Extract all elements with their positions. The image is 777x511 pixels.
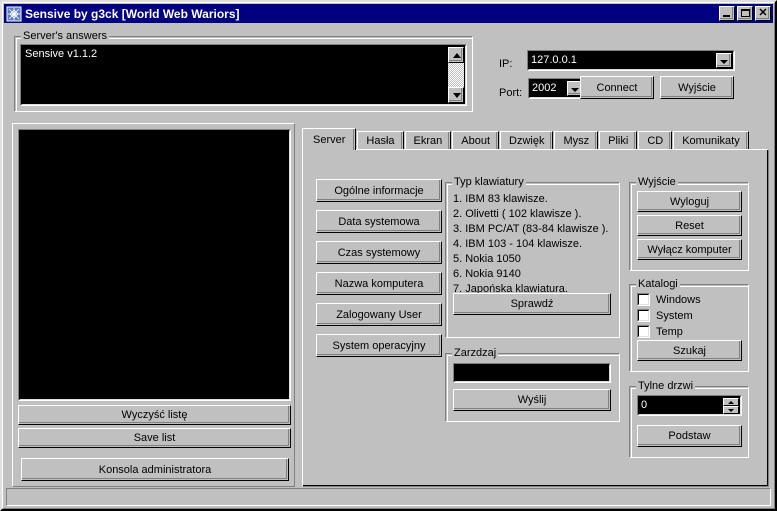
connect-button[interactable]: Connect bbox=[580, 76, 654, 99]
info-button-5[interactable]: System operacyjny bbox=[316, 334, 442, 357]
chevron-down-icon bbox=[571, 88, 579, 92]
checkbox-system[interactable]: System bbox=[637, 309, 693, 322]
reset-button[interactable]: Reset bbox=[637, 215, 742, 236]
info-button-2[interactable]: Czas systemowy bbox=[316, 241, 442, 264]
spinner-decrement-button[interactable] bbox=[723, 406, 739, 414]
minimize-button[interactable] bbox=[719, 6, 735, 21]
minimize-icon bbox=[723, 15, 730, 17]
scrollbar-track[interactable] bbox=[448, 63, 464, 87]
server-answers-group-title: Server's answers bbox=[21, 30, 109, 42]
log-listbox[interactable] bbox=[18, 129, 291, 401]
ip-label: IP: bbox=[499, 58, 512, 71]
server-answers-text: Sensive v1.1.2 bbox=[25, 48, 97, 61]
checkbox-box-icon bbox=[637, 293, 650, 306]
ip-combobox[interactable]: 127.0.0.1 bbox=[527, 50, 735, 71]
backdoor-group-title: Tylne drzwi bbox=[636, 380, 695, 392]
tab-komunikaty[interactable]: Komunikaty bbox=[673, 131, 748, 150]
ip-dropdown-button[interactable] bbox=[716, 53, 732, 68]
application-window: Sensive by g3ck [World Web Wariors] ✕ Se… bbox=[0, 0, 777, 511]
log-panel: Wyczyść listę Save list Konsola administ… bbox=[12, 123, 295, 487]
keyboard-type-item: 1. IBM 83 klawisze. bbox=[453, 193, 548, 206]
checkbox-box-icon bbox=[637, 325, 650, 338]
shutdown-button[interactable]: Wyłącz komputer bbox=[637, 239, 742, 260]
apply-backdoor-button[interactable]: Podstaw bbox=[637, 425, 742, 447]
keyboard-type-item: 5. Nokia 1050 bbox=[453, 253, 521, 266]
tab-control: ServerHasłaEkranAboutDzwiękMyszPlikiCDKo… bbox=[302, 128, 769, 487]
close-button[interactable]: ✕ bbox=[755, 6, 771, 21]
chevron-down-icon bbox=[720, 60, 728, 64]
scroll-down-button[interactable] bbox=[448, 87, 464, 103]
port-value: 2002 bbox=[532, 82, 556, 95]
check-keyboard-button[interactable]: Sprawdź bbox=[453, 293, 611, 315]
tab-strip: ServerHasłaEkranAboutDzwiękMyszPlikiCDKo… bbox=[302, 128, 769, 150]
tab-about[interactable]: About bbox=[452, 131, 499, 150]
scroll-up-button[interactable] bbox=[448, 47, 464, 63]
keyboard-type-item: 3. IBM PC/AT (83-84 klawisze ). bbox=[453, 223, 608, 236]
directories-group-title: Katalogi bbox=[636, 278, 680, 290]
admin-console-button[interactable]: Konsola administratora bbox=[21, 458, 289, 481]
window-title: Sensive by g3ck [World Web Wariors] bbox=[25, 7, 719, 21]
server-answers-output[interactable]: Sensive v1.1.2 bbox=[20, 44, 467, 106]
arrow-up-icon bbox=[728, 401, 734, 404]
checkbox-temp[interactable]: Temp bbox=[637, 325, 683, 338]
backdoor-port-value: 0 bbox=[641, 399, 647, 412]
tab-pliki[interactable]: Pliki bbox=[599, 131, 637, 150]
tab-server[interactable]: Server bbox=[302, 128, 356, 150]
maximize-icon bbox=[741, 9, 750, 17]
server-answers-scrollbar[interactable] bbox=[448, 47, 464, 103]
port-label: Port: bbox=[499, 87, 522, 100]
keyboard-type-group-title: Typ klawiatury bbox=[452, 176, 526, 188]
send-command-button[interactable]: Wyślij bbox=[453, 389, 611, 411]
tab-has-a[interactable]: Hasła bbox=[357, 131, 403, 150]
tab-cd[interactable]: CD bbox=[638, 131, 672, 150]
checkbox-windows[interactable]: Windows bbox=[637, 293, 701, 306]
clear-list-button[interactable]: Wyczyść listę bbox=[18, 405, 291, 425]
info-button-4[interactable]: Zalogowany User bbox=[316, 303, 442, 326]
manage-group-title: Zarzdzaj bbox=[452, 347, 498, 359]
tab-panel-server: Ogólne informacje Data systemowa Czas syst… bbox=[302, 149, 769, 487]
port-combobox[interactable]: 2002 bbox=[528, 78, 586, 99]
spinner-buttons[interactable] bbox=[723, 398, 739, 414]
exit-button[interactable]: Wyjście bbox=[660, 76, 734, 99]
close-icon: ✕ bbox=[756, 7, 770, 20]
maximize-button[interactable] bbox=[737, 6, 753, 21]
tab-dzwi-k[interactable]: Dzwięk bbox=[500, 131, 553, 150]
logout-button[interactable]: Wyloguj bbox=[637, 191, 742, 212]
info-button-1[interactable]: Data systemowa bbox=[316, 210, 442, 233]
keyboard-type-item: 4. IBM 103 - 104 klawisze. bbox=[453, 238, 582, 251]
search-directories-button[interactable]: Szukaj bbox=[637, 340, 742, 361]
spiderweb-icon bbox=[6, 6, 22, 22]
keyboard-type-group: Typ klawiatury 1. IBM 83 klawisze. 2. Oli… bbox=[445, 176, 620, 338]
checkbox-box-icon bbox=[637, 309, 650, 322]
arrow-up-icon bbox=[453, 53, 461, 58]
backdoor-port-spinner[interactable]: 0 bbox=[637, 395, 742, 416]
keyboard-type-item: 6. Nokia 9140 bbox=[453, 268, 521, 281]
exit-group: Wyjście Wyloguj Reset Wyłącz komputer bbox=[629, 176, 749, 271]
exit-group-title: Wyjście bbox=[636, 176, 678, 188]
title-bar: Sensive by g3ck [World Web Wariors] ✕ bbox=[4, 4, 773, 23]
arrow-down-icon bbox=[728, 409, 734, 412]
spinner-increment-button[interactable] bbox=[723, 398, 739, 406]
manage-group: Zarzdzaj Wyślij bbox=[445, 347, 620, 422]
backdoor-group: Tylne drzwi 0 Podstaw bbox=[629, 380, 749, 458]
status-bar bbox=[6, 488, 771, 506]
arrow-down-icon bbox=[453, 93, 461, 98]
window-control-buttons: ✕ bbox=[719, 6, 771, 21]
checkbox-label: Temp bbox=[656, 326, 683, 338]
checkbox-label: System bbox=[656, 310, 693, 322]
save-list-button[interactable]: Save list bbox=[18, 428, 291, 448]
manage-command-input[interactable] bbox=[453, 363, 611, 383]
tab-mysz[interactable]: Mysz bbox=[554, 131, 598, 150]
info-button-3[interactable]: Nazwa komputera bbox=[316, 272, 442, 295]
directories-group: Katalogi Windows System Temp Szukaj bbox=[629, 278, 749, 372]
info-button-0[interactable]: Ogólne informacje bbox=[316, 179, 442, 202]
ip-value: 127.0.0.1 bbox=[531, 54, 577, 67]
keyboard-type-item: 2. Olivetti ( 102 klawisze ). bbox=[453, 208, 581, 221]
server-answers-group: Server's answers Sensive v1.1.2 bbox=[14, 30, 473, 112]
tab-ekran[interactable]: Ekran bbox=[405, 131, 452, 150]
checkbox-label: Windows bbox=[656, 294, 701, 306]
